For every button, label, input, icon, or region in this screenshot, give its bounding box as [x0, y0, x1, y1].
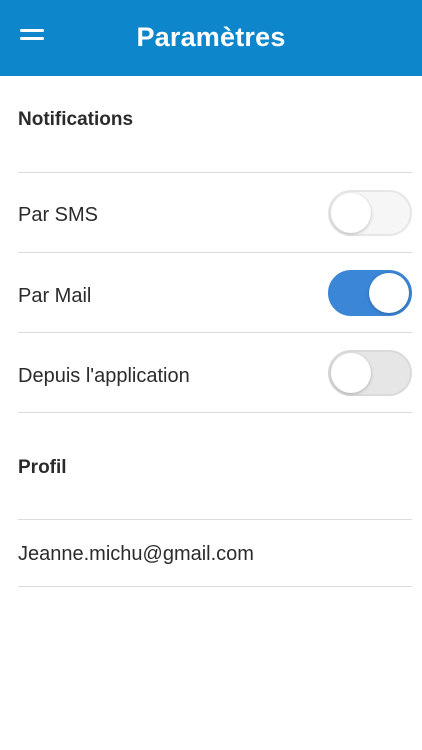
divider: [18, 519, 412, 520]
toggle-mail[interactable]: [328, 270, 412, 316]
divider: [18, 252, 412, 253]
toggle-knob: [331, 193, 371, 233]
divider: [18, 172, 412, 173]
section-header-profile: Profil: [18, 457, 67, 478]
app-bar: Paramètres: [0, 0, 422, 76]
notification-label-mail: Par Mail: [18, 285, 92, 307]
notification-label-app: Depuis l'application: [18, 365, 190, 387]
notification-label-sms: Par SMS: [18, 204, 99, 226]
toggle-knob: [331, 353, 371, 393]
section-header-notifications: Notifications: [18, 109, 134, 130]
divider: [18, 412, 412, 413]
divider: [18, 332, 412, 333]
profile-email[interactable]: Jeanne.michu@gmail.com: [18, 542, 254, 566]
page-title: Paramètres: [136, 22, 286, 52]
toggle-app[interactable]: [328, 350, 412, 396]
toggle-sms[interactable]: [328, 190, 412, 236]
toggle-knob: [369, 273, 409, 313]
divider: [18, 586, 412, 587]
